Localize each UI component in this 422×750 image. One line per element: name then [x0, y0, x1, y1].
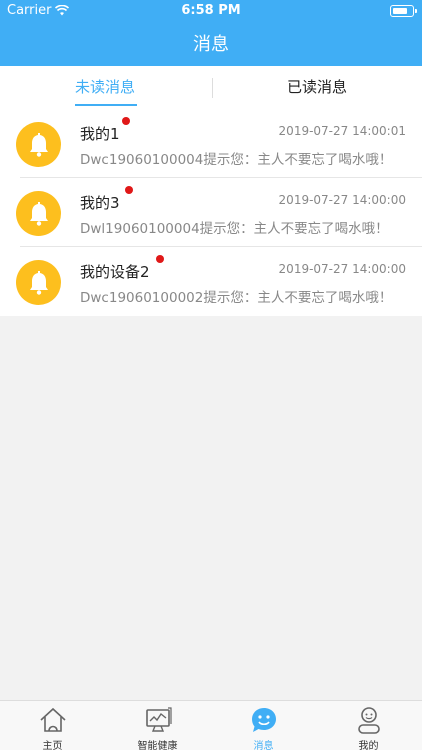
tab-messages-label: 消息: [253, 741, 274, 750]
active-tab-indicator: [75, 104, 137, 106]
divider: [20, 246, 422, 247]
tab-profile[interactable]: 我的: [316, 701, 421, 750]
status-bar: Carrier 6:58 PM: [0, 0, 422, 22]
tab-health[interactable]: 智能健康: [105, 701, 210, 750]
message-text: Dwc19060100004提示您：主人不要忘了喝水哦！: [80, 152, 393, 168]
tab-read[interactable]: 已读消息: [287, 76, 347, 97]
battery-icon: [390, 5, 417, 17]
home-icon: [39, 707, 66, 732]
chat-bubble-icon: [251, 708, 276, 732]
tab-messages[interactable]: 消息: [211, 701, 316, 750]
message-item[interactable]: 我的设备2 2019-07-27 14:00:00 Dwc19060100002…: [0, 248, 422, 316]
message-date: 2019-07-27 14:00:00: [278, 193, 406, 207]
message-text: Dwc19060100002提示您：主人不要忘了喝水哦！: [80, 290, 393, 306]
monitor-chart-icon: [145, 707, 172, 732]
divider: [20, 177, 422, 178]
page-title: 消息: [193, 34, 229, 55]
message-item[interactable]: 我的3 2019-07-27 14:00:00 Dwl19060100004提示…: [0, 179, 422, 247]
message-sender: 我的3: [80, 194, 120, 212]
message-date: 2019-07-27 14:00:01: [278, 124, 406, 138]
message-item[interactable]: 我的1 2019-07-27 14:00:01 Dwc19060100004提示…: [0, 110, 422, 178]
message-list: 我的1 2019-07-27 14:00:01 Dwc19060100004提示…: [0, 110, 422, 316]
tab-unread[interactable]: 未读消息: [75, 76, 135, 97]
user-icon: [357, 707, 380, 734]
message-sender: 我的设备2: [80, 263, 150, 281]
app-header: Carrier 6:58 PM 消息: [0, 0, 422, 66]
message-text: Dwl19060100004提示您：主人不要忘了喝水哦！: [80, 221, 389, 237]
message-date: 2019-07-27 14:00:00: [278, 262, 406, 276]
tab-health-label: 智能健康: [137, 741, 178, 750]
tab-home-label: 主页: [42, 741, 63, 750]
bell-icon: [16, 122, 61, 167]
unread-dot: [122, 117, 130, 125]
message-tabs: 未读消息 已读消息: [0, 66, 422, 110]
tab-divider: [212, 78, 213, 98]
bell-icon: [16, 260, 61, 305]
clock: 6:58 PM: [181, 3, 241, 18]
bottom-tab-bar: 主页 智能健康 消息 我的: [0, 700, 422, 750]
tab-home[interactable]: 主页: [0, 701, 105, 750]
message-sender: 我的1: [80, 125, 120, 143]
bell-icon: [16, 191, 61, 236]
tab-profile-label: 我的: [358, 741, 379, 750]
unread-dot: [125, 186, 133, 194]
unread-dot: [156, 255, 164, 263]
